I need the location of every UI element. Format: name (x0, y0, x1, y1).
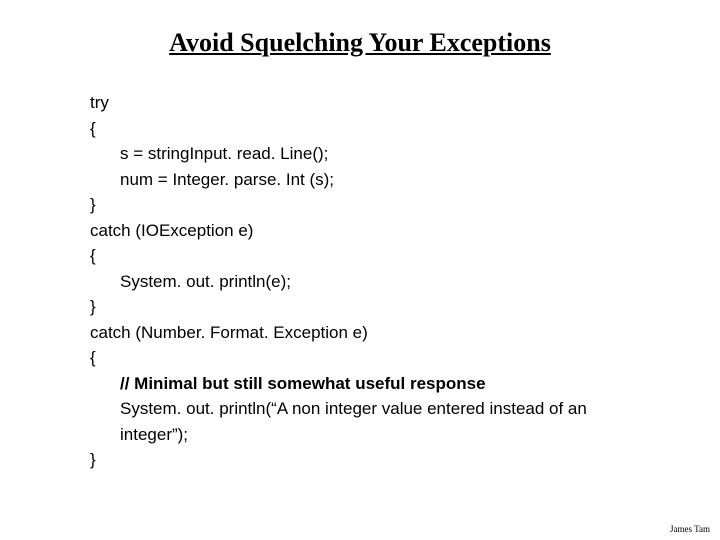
code-line: catch (IOException e) (90, 218, 650, 244)
code-block: try { s = stringInput. read. Line(); num… (90, 90, 650, 473)
code-line: { (90, 345, 650, 371)
code-line: catch (Number. Format. Exception e) (90, 320, 650, 346)
code-line: try (90, 90, 650, 116)
code-line: System. out. println(e); (90, 269, 650, 295)
slide-title: Avoid Squelching Your Exceptions (0, 28, 720, 58)
code-line: } (90, 192, 650, 218)
code-line: num = Integer. parse. Int (s); (90, 167, 650, 193)
code-comment: // Minimal but still somewhat useful res… (90, 371, 650, 397)
code-line: System. out. println(“A non integer valu… (90, 396, 650, 447)
footer-author: James Tam (670, 524, 710, 534)
code-line: s = stringInput. read. Line(); (90, 141, 650, 167)
code-line: } (90, 294, 650, 320)
code-line: } (90, 447, 650, 473)
code-line: { (90, 243, 650, 269)
code-line: { (90, 116, 650, 142)
slide: Avoid Squelching Your Exceptions try { s… (0, 0, 720, 540)
